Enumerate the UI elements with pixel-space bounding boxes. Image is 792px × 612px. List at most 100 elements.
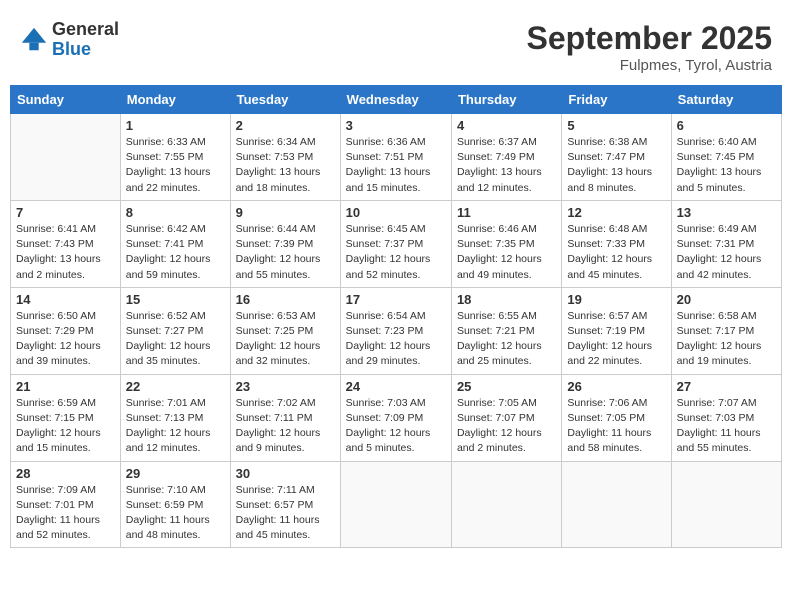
calendar-day-cell: 17Sunrise: 6:54 AMSunset: 7:23 PMDayligh… [340, 287, 451, 374]
day-number: 21 [16, 379, 115, 394]
calendar-week-row: 7 Sunrise: 6:41 AMSunset: 7:43 PMDaylight… [11, 200, 782, 287]
day-info: Sunrise: 6:41 AMSunset: 7:43 PMDaylight:… [16, 222, 115, 283]
calendar-day-cell: 15 Sunrise: 6:52 AMSunset: 7:27 PMDayligh… [120, 287, 230, 374]
day-number: 1 [126, 118, 225, 133]
day-info: Sunrise: 6:46 AMSunset: 7:35 PMDaylight:… [457, 222, 556, 283]
day-number: 12 [567, 205, 665, 220]
day-info: Sunrise: 6:38 AMSunset: 7:47 PMDaylight:… [567, 135, 665, 196]
day-of-week-header: Sunday [11, 86, 121, 114]
day-info: Sunrise: 6:44 AMSunset: 7:39 PMDaylight:… [236, 222, 335, 283]
title-block: September 2025 Fulpmes, Tyrol, Austria [527, 20, 772, 74]
page-header: General Blue September 2025 Fulpmes, Tyr… [10, 10, 782, 79]
calendar-week-row: 28 Sunrise: 7:09 AMSunset: 7:01 PMDayligh… [11, 461, 782, 548]
logo-icon [20, 26, 48, 54]
day-number: 22 [126, 379, 225, 394]
day-number: 2 [236, 118, 335, 133]
day-of-week-header: Monday [120, 86, 230, 114]
calendar-day-cell [451, 461, 561, 548]
calendar-day-cell: 10 Sunrise: 6:45 AMSunset: 7:37 PMDayligh… [340, 200, 451, 287]
calendar-day-cell: 7 Sunrise: 6:41 AMSunset: 7:43 PMDaylight… [11, 200, 121, 287]
day-number: 25 [457, 379, 556, 394]
day-number: 16 [236, 292, 335, 307]
day-info: Sunrise: 6:34 AMSunset: 7:53 PMDaylight:… [236, 135, 335, 196]
day-number: 6 [677, 118, 776, 133]
day-number: 19 [567, 292, 665, 307]
day-info: Sunrise: 6:59 AMSunset: 7:15 PMDaylight:… [16, 396, 115, 457]
calendar-day-cell: 26 Sunrise: 7:06 AMSunset: 7:05 PMDayligh… [562, 374, 671, 461]
calendar-week-row: 14Sunrise: 6:50 AMSunset: 7:29 PMDayligh… [11, 287, 782, 374]
day-info: Sunrise: 7:09 AMSunset: 7:01 PMDaylight:… [16, 483, 115, 544]
calendar-day-cell: 24 Sunrise: 7:03 AMSunset: 7:09 PMDayligh… [340, 374, 451, 461]
day-info: Sunrise: 6:52 AMSunset: 7:27 PMDaylight:… [126, 309, 225, 370]
calendar-week-row: 21 Sunrise: 6:59 AMSunset: 7:15 PMDayligh… [11, 374, 782, 461]
calendar-week-row: 1 Sunrise: 6:33 AMSunset: 7:55 PMDaylight… [11, 114, 782, 201]
day-info: Sunrise: 6:57 AMSunset: 7:19 PMDaylight:… [567, 309, 665, 370]
day-info: Sunrise: 6:37 AMSunset: 7:49 PMDaylight:… [457, 135, 556, 196]
day-number: 29 [126, 466, 225, 481]
day-info: Sunrise: 7:05 AMSunset: 7:07 PMDaylight:… [457, 396, 556, 457]
day-info: Sunrise: 6:53 AMSunset: 7:25 PMDaylight:… [236, 309, 335, 370]
day-number: 23 [236, 379, 335, 394]
calendar-day-cell: 6Sunrise: 6:40 AMSunset: 7:45 PMDaylight… [671, 114, 781, 201]
day-number: 24 [346, 379, 446, 394]
calendar-day-cell: 22 Sunrise: 7:01 AMSunset: 7:13 PMDayligh… [120, 374, 230, 461]
day-info: Sunrise: 7:11 AMSunset: 6:57 PMDaylight:… [236, 483, 335, 544]
day-number: 4 [457, 118, 556, 133]
logo: General Blue [20, 20, 119, 60]
calendar-day-cell: 3 Sunrise: 6:36 AMSunset: 7:51 PMDaylight… [340, 114, 451, 201]
calendar-day-cell: 9 Sunrise: 6:44 AMSunset: 7:39 PMDaylight… [230, 200, 340, 287]
day-number: 18 [457, 292, 556, 307]
calendar-day-cell: 19 Sunrise: 6:57 AMSunset: 7:19 PMDayligh… [562, 287, 671, 374]
day-info: Sunrise: 7:01 AMSunset: 7:13 PMDaylight:… [126, 396, 225, 457]
calendar-day-cell: 2 Sunrise: 6:34 AMSunset: 7:53 PMDaylight… [230, 114, 340, 201]
day-of-week-header: Saturday [671, 86, 781, 114]
day-info: Sunrise: 6:48 AMSunset: 7:33 PMDaylight:… [567, 222, 665, 283]
calendar-table: SundayMondayTuesdayWednesdayThursdayFrid… [10, 85, 782, 548]
day-number: 9 [236, 205, 335, 220]
calendar-day-cell: 25 Sunrise: 7:05 AMSunset: 7:07 PMDayligh… [451, 374, 561, 461]
day-number: 28 [16, 466, 115, 481]
calendar-day-cell: 16 Sunrise: 6:53 AMSunset: 7:25 PMDayligh… [230, 287, 340, 374]
location-text: Fulpmes, Tyrol, Austria [527, 57, 772, 74]
day-number: 13 [677, 205, 776, 220]
day-info: Sunrise: 7:10 AMSunset: 6:59 PMDaylight:… [126, 483, 225, 544]
calendar-day-cell [562, 461, 671, 548]
calendar-day-cell: 8 Sunrise: 6:42 AMSunset: 7:41 PMDaylight… [120, 200, 230, 287]
day-number: 8 [126, 205, 225, 220]
day-info: Sunrise: 6:49 AMSunset: 7:31 PMDaylight:… [677, 222, 776, 283]
day-number: 15 [126, 292, 225, 307]
calendar-day-cell [340, 461, 451, 548]
day-number: 27 [677, 379, 776, 394]
calendar-day-cell: 13 Sunrise: 6:49 AMSunset: 7:31 PMDayligh… [671, 200, 781, 287]
calendar-day-cell: 4 Sunrise: 6:37 AMSunset: 7:49 PMDaylight… [451, 114, 561, 201]
day-info: Sunrise: 6:42 AMSunset: 7:41 PMDaylight:… [126, 222, 225, 283]
day-number: 20 [677, 292, 776, 307]
day-info: Sunrise: 6:50 AMSunset: 7:29 PMDaylight:… [16, 309, 115, 370]
day-info: Sunrise: 7:07 AMSunset: 7:03 PMDaylight:… [677, 396, 776, 457]
day-of-week-header: Thursday [451, 86, 561, 114]
day-number: 3 [346, 118, 446, 133]
day-number: 5 [567, 118, 665, 133]
day-info: Sunrise: 6:45 AMSunset: 7:37 PMDaylight:… [346, 222, 446, 283]
calendar-day-cell: 20Sunrise: 6:58 AMSunset: 7:17 PMDayligh… [671, 287, 781, 374]
calendar-day-cell [11, 114, 121, 201]
calendar-day-cell: 29 Sunrise: 7:10 AMSunset: 6:59 PMDayligh… [120, 461, 230, 548]
day-info: Sunrise: 6:54 AMSunset: 7:23 PMDaylight:… [346, 309, 446, 370]
day-info: Sunrise: 6:33 AMSunset: 7:55 PMDaylight:… [126, 135, 225, 196]
day-number: 7 [16, 205, 115, 220]
day-info: Sunrise: 7:06 AMSunset: 7:05 PMDaylight:… [567, 396, 665, 457]
calendar-header-row: SundayMondayTuesdayWednesdayThursdayFrid… [11, 86, 782, 114]
day-of-week-header: Friday [562, 86, 671, 114]
month-title: September 2025 [527, 20, 772, 57]
logo-blue-text: Blue [52, 40, 119, 60]
calendar-day-cell: 27 Sunrise: 7:07 AMSunset: 7:03 PMDayligh… [671, 374, 781, 461]
day-info: Sunrise: 6:55 AMSunset: 7:21 PMDaylight:… [457, 309, 556, 370]
day-number: 26 [567, 379, 665, 394]
day-number: 10 [346, 205, 446, 220]
calendar-day-cell: 21 Sunrise: 6:59 AMSunset: 7:15 PMDayligh… [11, 374, 121, 461]
calendar-day-cell: 5 Sunrise: 6:38 AMSunset: 7:47 PMDaylight… [562, 114, 671, 201]
calendar-day-cell: 14Sunrise: 6:50 AMSunset: 7:29 PMDayligh… [11, 287, 121, 374]
day-of-week-header: Tuesday [230, 86, 340, 114]
day-info: Sunrise: 6:36 AMSunset: 7:51 PMDaylight:… [346, 135, 446, 196]
day-info: Sunrise: 7:03 AMSunset: 7:09 PMDaylight:… [346, 396, 446, 457]
